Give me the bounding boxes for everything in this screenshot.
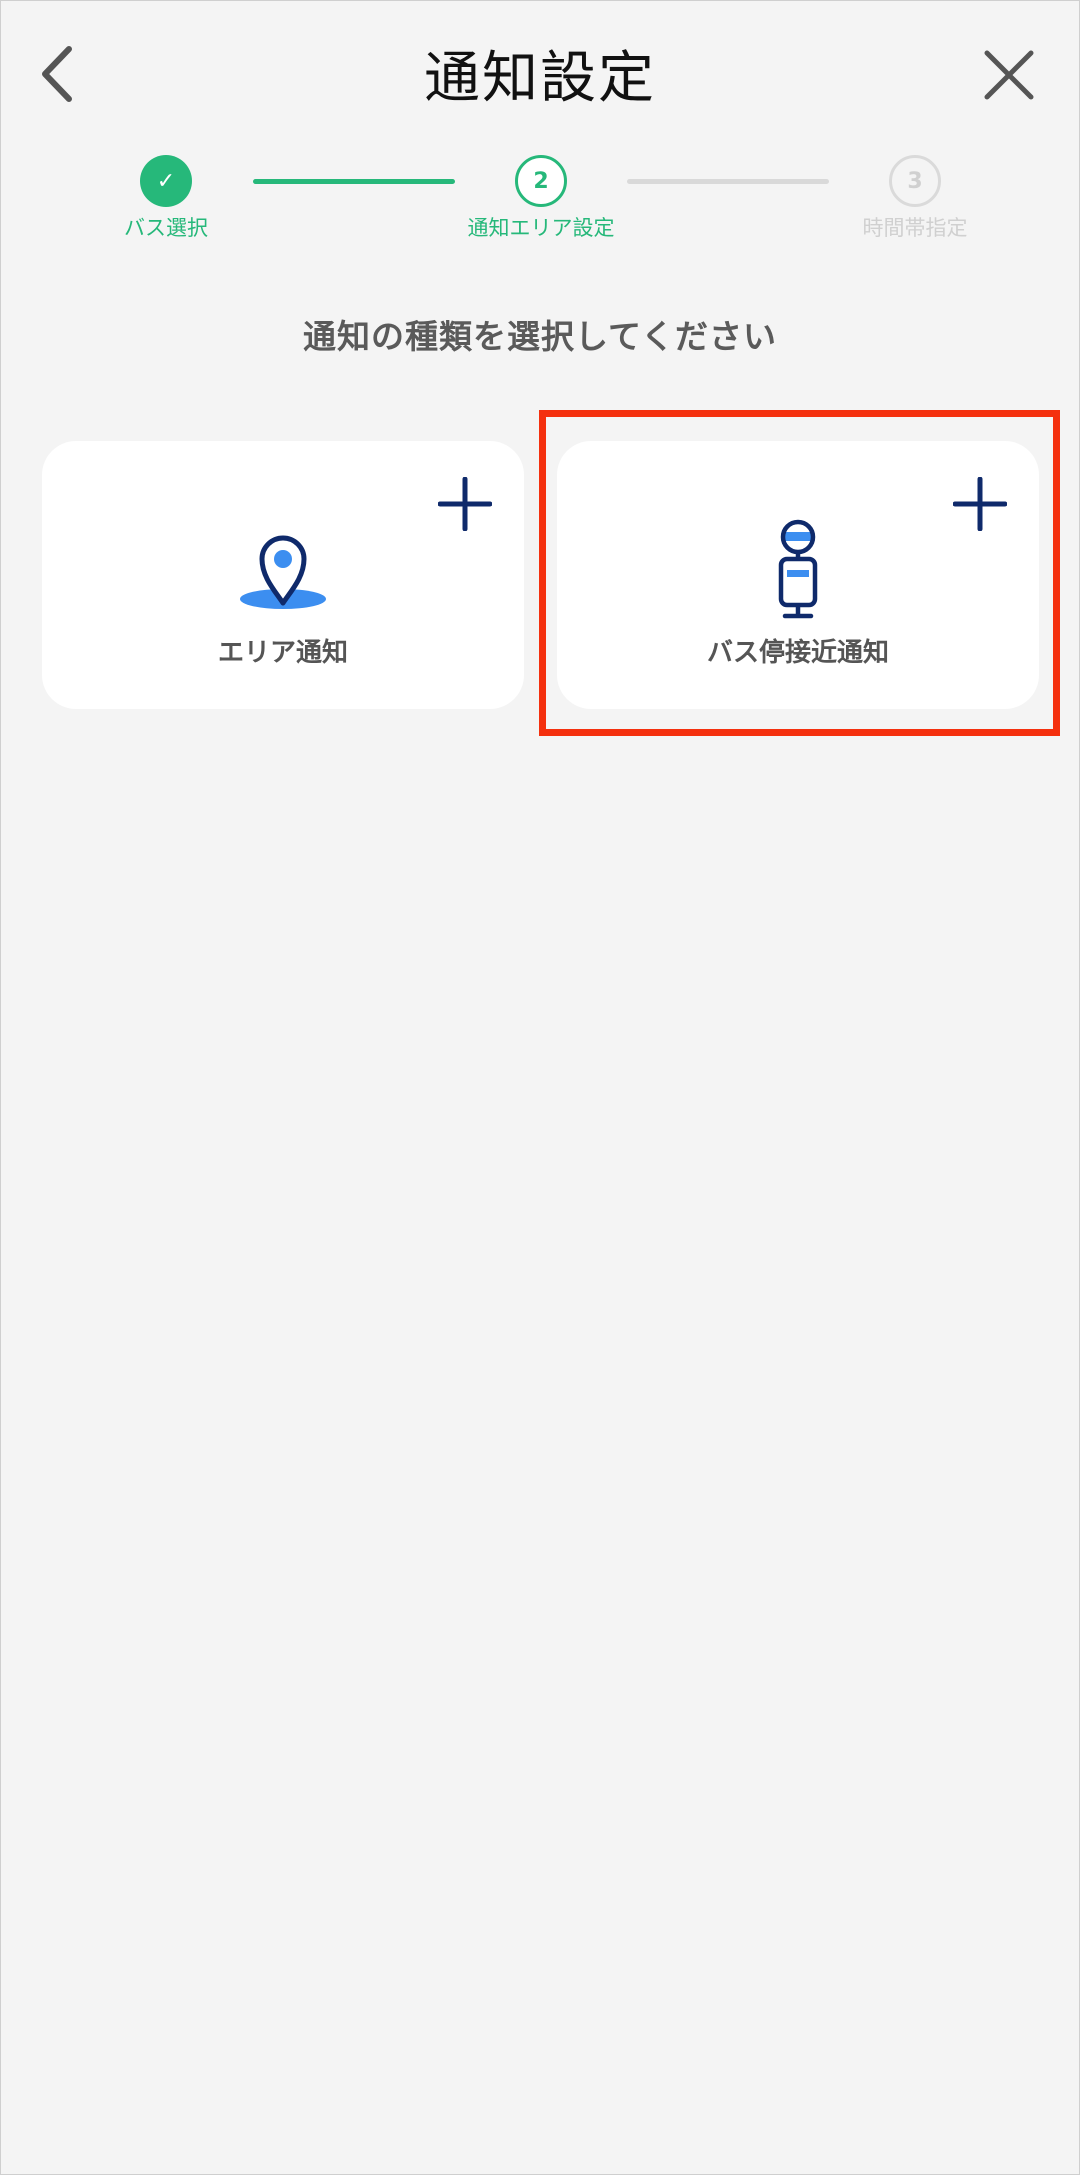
close-icon [984,50,1034,100]
header: 通知設定 [1,1,1079,151]
plus-icon[interactable] [438,477,492,531]
plus-icon[interactable] [953,477,1007,531]
card-label: バス停接近通知 [706,638,889,668]
check-icon: ✓ [140,155,192,207]
stepper: ✓ バス選択 2 通知エリア設定 3 時間帯指定 [1,151,1079,251]
step-time-setting: 3 時間帯指定 [815,155,1015,243]
step-label: 時間帯指定 [862,216,968,240]
map-pin-icon [240,535,326,609]
bus-stop-notification-card[interactable]: バス停接近通知 [557,441,1039,709]
step-label: バス選択 [124,216,208,240]
screen: 通知設定 ✓ バス選択 2 通知エリア設定 3 時間帯指定 通知の種類を選択して… [0,0,1080,2175]
step-label: 通知エリア設定 [467,216,615,240]
step-area-setting: 2 通知エリア設定 [441,155,641,243]
section-title: 通知の種類を選択してください [302,317,778,356]
page-title: 通知設定 [424,46,656,111]
step-connector-1 [253,179,455,184]
area-notification-card[interactable]: エリア通知 [42,441,524,709]
step-number: 2 [515,155,567,207]
close-button[interactable] [979,45,1039,105]
bus-stop-icon [778,519,818,619]
step-connector-2 [627,179,829,184]
step-number: 3 [889,155,941,207]
step-bus-select: ✓ バス選択 [66,155,266,243]
card-label: エリア通知 [217,638,348,668]
